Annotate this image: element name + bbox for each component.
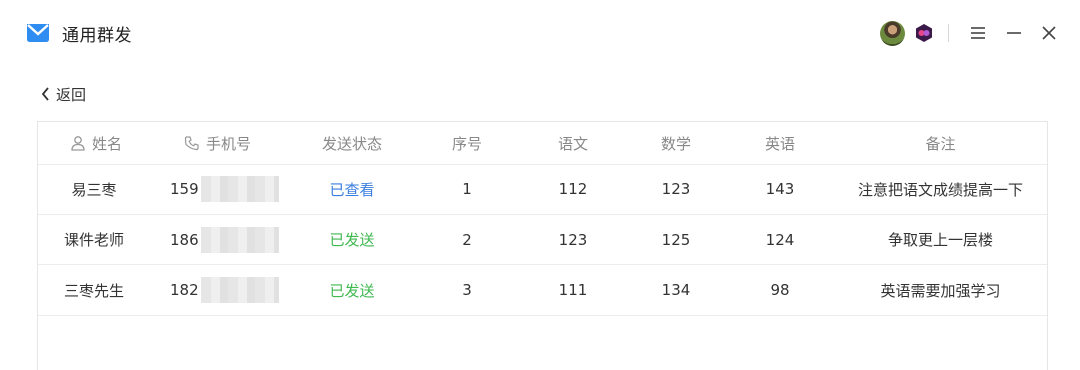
cell-name: 课件老师 [63,231,124,249]
minimize-icon[interactable] [1002,21,1026,45]
column-header-seq: 序号 [451,134,482,153]
phone-prefix: 186 [170,230,199,249]
redacted-phone-mask [200,226,279,253]
cell-math: 125 [661,230,691,249]
chevron-left-icon [41,87,49,101]
cell-seq: 1 [462,180,472,198]
cell-status: 已发送 [329,281,375,300]
redacted-phone-mask [200,176,279,202]
phone-prefix: 159 [170,180,199,198]
column-header-status: 发送状态 [321,134,382,153]
cell-name: 三枣先生 [63,281,124,300]
phone-icon [184,136,199,151]
column-header-english: 英语 [764,134,795,153]
title-divider [948,24,949,42]
column-header-note: 备注 [925,134,956,153]
title-bar: 通用群发 [0,0,1080,66]
vip-badge-icon[interactable] [914,23,934,43]
table-row: 易三枣 159 已查看 1 112 123 143 注意把语文成绩提高一下 [38,164,1047,215]
cell-phone: 159 [150,164,290,214]
hamburger-menu-icon[interactable] [966,21,990,45]
cell-name: 易三枣 [71,180,117,199]
user-icon [71,136,85,151]
cell-chinese: 111 [558,281,588,299]
cell-english: 98 [770,281,790,299]
mail-icon [27,24,49,42]
back-label: 返回 [56,85,87,104]
cell-english: 143 [765,180,795,198]
phone-prefix: 182 [170,281,199,299]
cell-english: 124 [765,230,795,249]
app-title: 通用群发 [62,26,132,46]
cell-seq: 3 [462,281,472,299]
table-row: 课件老师 186 已发送 2 123 125 124 争取更上一层楼 [38,215,1047,265]
column-header-name: 姓名 [38,122,150,164]
cell-note: 注意把语文成绩提高一下 [857,180,1023,199]
cell-phone: 182 [150,265,290,315]
column-header-label: 手机号 [206,134,252,153]
cell-math: 123 [661,180,691,198]
cell-note: 英语需要加强学习 [880,281,1001,300]
close-icon[interactable] [1037,21,1061,45]
redacted-phone-mask [200,277,279,303]
app-window: 通用群发 返回 姓名 手机号 发送状态 序号 语文 数学 英语 备注 易三枣 1… [0,0,1080,370]
column-header-math: 数学 [660,134,691,153]
cell-phone: 186 [150,215,290,264]
column-header-phone: 手机号 [150,122,290,164]
table-header: 姓名 手机号 发送状态 序号 语文 数学 英语 备注 [38,122,1047,165]
column-header-chinese: 语文 [557,134,588,153]
cell-seq: 2 [462,230,472,249]
table-row: 三枣先生 182 已发送 3 111 134 98 英语需要加强学习 [38,265,1047,316]
cell-math: 134 [661,281,691,299]
results-table: 姓名 手机号 发送状态 序号 语文 数学 英语 备注 易三枣 159 已查看 1 [37,121,1048,370]
column-header-label: 姓名 [92,134,123,153]
cell-chinese: 112 [558,180,588,198]
cell-status: 已查看 [329,180,375,199]
avatar[interactable] [880,21,905,46]
cell-note: 争取更上一层楼 [887,231,993,249]
cell-status: 已发送 [329,231,375,249]
back-button[interactable]: 返回 [40,83,86,105]
cell-chinese: 123 [558,230,588,249]
